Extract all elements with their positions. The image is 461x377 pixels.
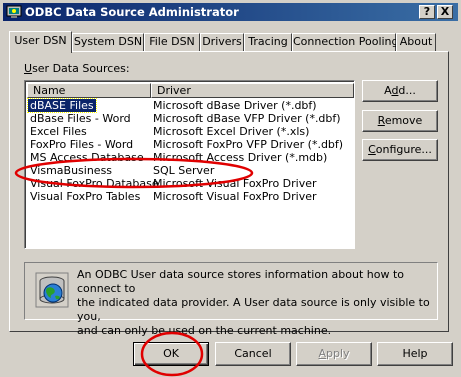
tab-about[interactable]: About	[396, 33, 436, 51]
dsn-driver: Microsoft Visual FoxPro Driver	[153, 190, 317, 203]
cancel-button[interactable]: Cancel	[215, 342, 291, 366]
list-item[interactable]: Visual FoxPro Database Microsoft Visual …	[27, 177, 354, 190]
ok-button[interactable]: OK	[133, 342, 209, 366]
configure-label-end: onfigure...	[375, 143, 432, 156]
dsn-name: MS Access Database	[30, 151, 144, 164]
list-item-visma-business[interactable]: VismaBusiness SQL Server	[27, 164, 354, 177]
odbc-app-icon	[6, 5, 22, 18]
window-title: ODBC Data Source Administrator	[25, 5, 239, 19]
apply-accelerator: A	[318, 347, 326, 360]
configure-accelerator: C	[368, 143, 376, 156]
tab-tracing[interactable]: Tracing	[244, 33, 292, 51]
tab-user-dsn[interactable]: User DSN	[9, 31, 72, 53]
dsn-name: FoxPro Files - Word	[30, 138, 134, 151]
dsn-driver: Microsoft Visual FoxPro Driver	[153, 177, 317, 190]
dsn-name: Excel Files	[30, 125, 87, 138]
label-accelerator: U	[24, 62, 33, 75]
user-data-sources-label: User Data Sources:	[24, 62, 130, 75]
add-button[interactable]: Add...	[362, 80, 438, 102]
user-data-sources-list[interactable]: Name Driver dBASE Files Microsoft dBase …	[24, 80, 355, 249]
tab-connection-pooling[interactable]: Connection Pooling	[292, 33, 399, 51]
dsn-name: Visual FoxPro Database	[30, 177, 159, 190]
close-title-button[interactable]: X	[437, 5, 453, 19]
dsn-driver: Microsoft dBase VFP Driver (*.dbf)	[153, 112, 341, 125]
configure-button[interactable]: Configure...	[362, 139, 438, 161]
info-line: An ODBC User data source stores informat…	[77, 268, 405, 295]
list-header: Name Driver	[27, 83, 354, 98]
tab-drivers[interactable]: Drivers	[200, 33, 244, 51]
info-line: and can only be used on the current mach…	[77, 324, 332, 337]
dsn-driver: SQL Server	[153, 164, 215, 177]
remove-label-end: emove	[384, 114, 423, 127]
help-title-button[interactable]: ?	[419, 5, 435, 19]
tab-system-dsn[interactable]: System DSN	[72, 33, 144, 51]
list-item[interactable]: dBase Files - Word Microsoft dBase VFP D…	[27, 112, 354, 125]
apply-button[interactable]: Apply	[296, 342, 372, 366]
info-line: the indicated data provider. A User data…	[77, 296, 430, 323]
dsn-name: dBase Files - Word	[30, 112, 131, 125]
list-item[interactable]: Excel Files Microsoft Excel Driver (*.xl…	[27, 125, 354, 138]
dsn-driver: Microsoft FoxPro VFP Driver (*.dbf)	[153, 138, 344, 151]
odbc-admin-window: ODBC Data Source Administrator ? X User …	[0, 0, 461, 377]
info-box: An ODBC User data source stores informat…	[24, 262, 438, 337]
add-label-end: d...	[398, 84, 416, 97]
remove-accelerator: R	[377, 114, 385, 127]
title-bar[interactable]: ODBC Data Source Administrator ? X	[3, 3, 458, 21]
tab-file-dsn[interactable]: File DSN	[144, 33, 200, 51]
list-item[interactable]: FoxPro Files - Word Microsoft FoxPro VFP…	[27, 138, 354, 151]
data-source-globe-icon	[35, 272, 69, 308]
list-item[interactable]: dBASE Files Microsoft dBase Driver (*.db…	[27, 98, 354, 113]
label-rest: ser Data Sources:	[32, 62, 130, 75]
list-item[interactable]: Visual FoxPro Tables Microsoft Visual Fo…	[27, 190, 354, 203]
dsn-driver: Microsoft Excel Driver (*.xls)	[153, 125, 310, 138]
dsn-driver: Microsoft Access Driver (*.mdb)	[153, 151, 328, 164]
dsn-driver: Microsoft dBase Driver (*.dbf)	[153, 99, 317, 112]
dsn-name: dBASE Files	[27, 98, 97, 113]
apply-label-end: pply	[326, 347, 350, 360]
help-button[interactable]: Help	[377, 342, 453, 366]
dsn-name: VismaBusiness	[30, 164, 113, 177]
remove-button[interactable]: Remove	[362, 110, 438, 132]
column-header-name[interactable]: Name	[27, 83, 151, 98]
column-header-driver[interactable]: Driver	[151, 83, 354, 98]
list-item[interactable]: MS Access Database Microsoft Access Driv…	[27, 151, 354, 164]
info-text: An ODBC User data source stores informat…	[77, 268, 432, 338]
dsn-name: Visual FoxPro Tables	[30, 190, 141, 203]
